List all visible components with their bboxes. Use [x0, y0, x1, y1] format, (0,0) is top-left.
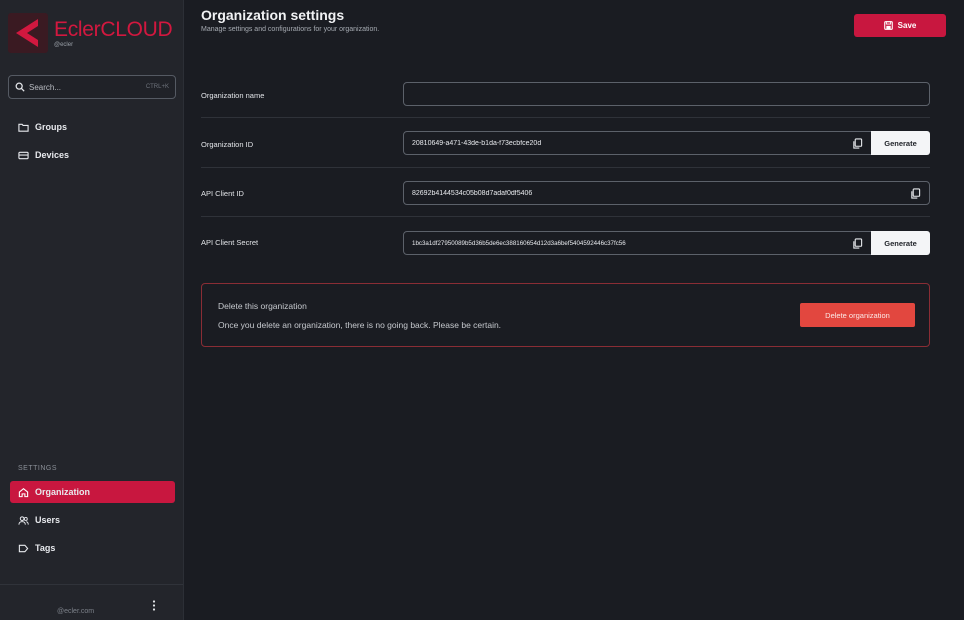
org-name-field[interactable] [403, 82, 930, 106]
page-title: Organization settings [201, 7, 345, 23]
generate-secret-button[interactable]: Generate [871, 231, 930, 255]
org-id-value: 20810649-a471-43de-b1da-f73ecbfce20d [412, 139, 542, 147]
api-client-id-field[interactable]: 82692b4144534c05b08d7adaf0df5406 [403, 181, 930, 205]
api-client-id-value: 82692b4144534c05b08d7adaf0df5406 [412, 189, 533, 197]
sidebar-item-label: Devices [35, 150, 70, 160]
sidebar-item-users[interactable]: Users [10, 509, 175, 531]
brand-sub: @ecler [54, 41, 74, 48]
save-label: Save [897, 21, 917, 30]
settings-section-label: SETTINGS [18, 465, 58, 472]
tag-icon [18, 544, 29, 552]
copy-icon[interactable] [910, 187, 921, 199]
sidebar-item-label: Tags [35, 543, 56, 553]
row-divider [201, 117, 930, 118]
org-id-label: Organization ID [201, 140, 254, 149]
app-window: EclerCLOUD @ecler CTRL+K Groups Devices [0, 0, 964, 620]
brand-name: EclerCLOUD [54, 17, 173, 41]
devices-icon [18, 151, 29, 159]
api-client-id-label: API Client ID [201, 189, 244, 198]
org-id-field[interactable]: 20810649-a471-43de-b1da-f73ecbfce20d [403, 131, 872, 155]
row-divider [201, 216, 930, 217]
api-client-secret-label: API Client Secret [201, 238, 259, 247]
save-button[interactable]: Save [854, 14, 946, 37]
sidebar-item-devices[interactable]: Devices [10, 144, 175, 166]
search-input[interactable] [29, 82, 139, 92]
more-vertical-icon[interactable] [150, 599, 158, 613]
copy-icon[interactable] [852, 237, 863, 249]
api-client-secret-field[interactable]: 1bc3a1df27950089b5d36b5de6ec388160654d12… [403, 231, 872, 255]
danger-title: Delete this organization [218, 301, 307, 311]
brand-logo[interactable]: EclerCLOUD @ecler [8, 8, 178, 58]
search-shortcut: CTRL+K [145, 84, 169, 90]
sidebar-footer: @ecler.com [0, 584, 183, 620]
search-box[interactable]: CTRL+K [8, 75, 176, 99]
sidebar-item-label: Organization [35, 487, 91, 497]
save-icon [883, 21, 893, 30]
generate-org-id-button[interactable]: Generate [871, 131, 930, 155]
sidebar-item-groups[interactable]: Groups [10, 116, 175, 138]
sidebar-item-organization[interactable]: Organization [10, 481, 175, 503]
danger-zone: Delete this organization Once you delete… [201, 283, 930, 347]
sidebar-item-label: Groups [35, 122, 68, 132]
page-subtitle: Manage settings and configurations for y… [201, 26, 380, 33]
user-email: @ecler.com [57, 608, 95, 615]
copy-icon[interactable] [852, 137, 863, 149]
ecler-logo-icon [8, 13, 48, 53]
home-icon [18, 487, 29, 497]
sidebar-item-label: Users [35, 515, 61, 525]
danger-description: Once you delete an organization, there i… [218, 320, 502, 330]
users-icon [18, 515, 29, 525]
sidebar-item-tags[interactable]: Tags [10, 537, 175, 559]
delete-organization-button[interactable]: Delete organization [800, 303, 915, 327]
folder-icon [18, 123, 29, 132]
api-client-secret-value: 1bc3a1df27950089b5d36b5de6ec388160654d12… [412, 239, 626, 247]
sidebar: EclerCLOUD @ecler CTRL+K Groups Devices [0, 0, 184, 620]
org-name-label: Organization name [201, 91, 265, 100]
row-divider [201, 167, 930, 168]
search-icon [15, 82, 25, 92]
